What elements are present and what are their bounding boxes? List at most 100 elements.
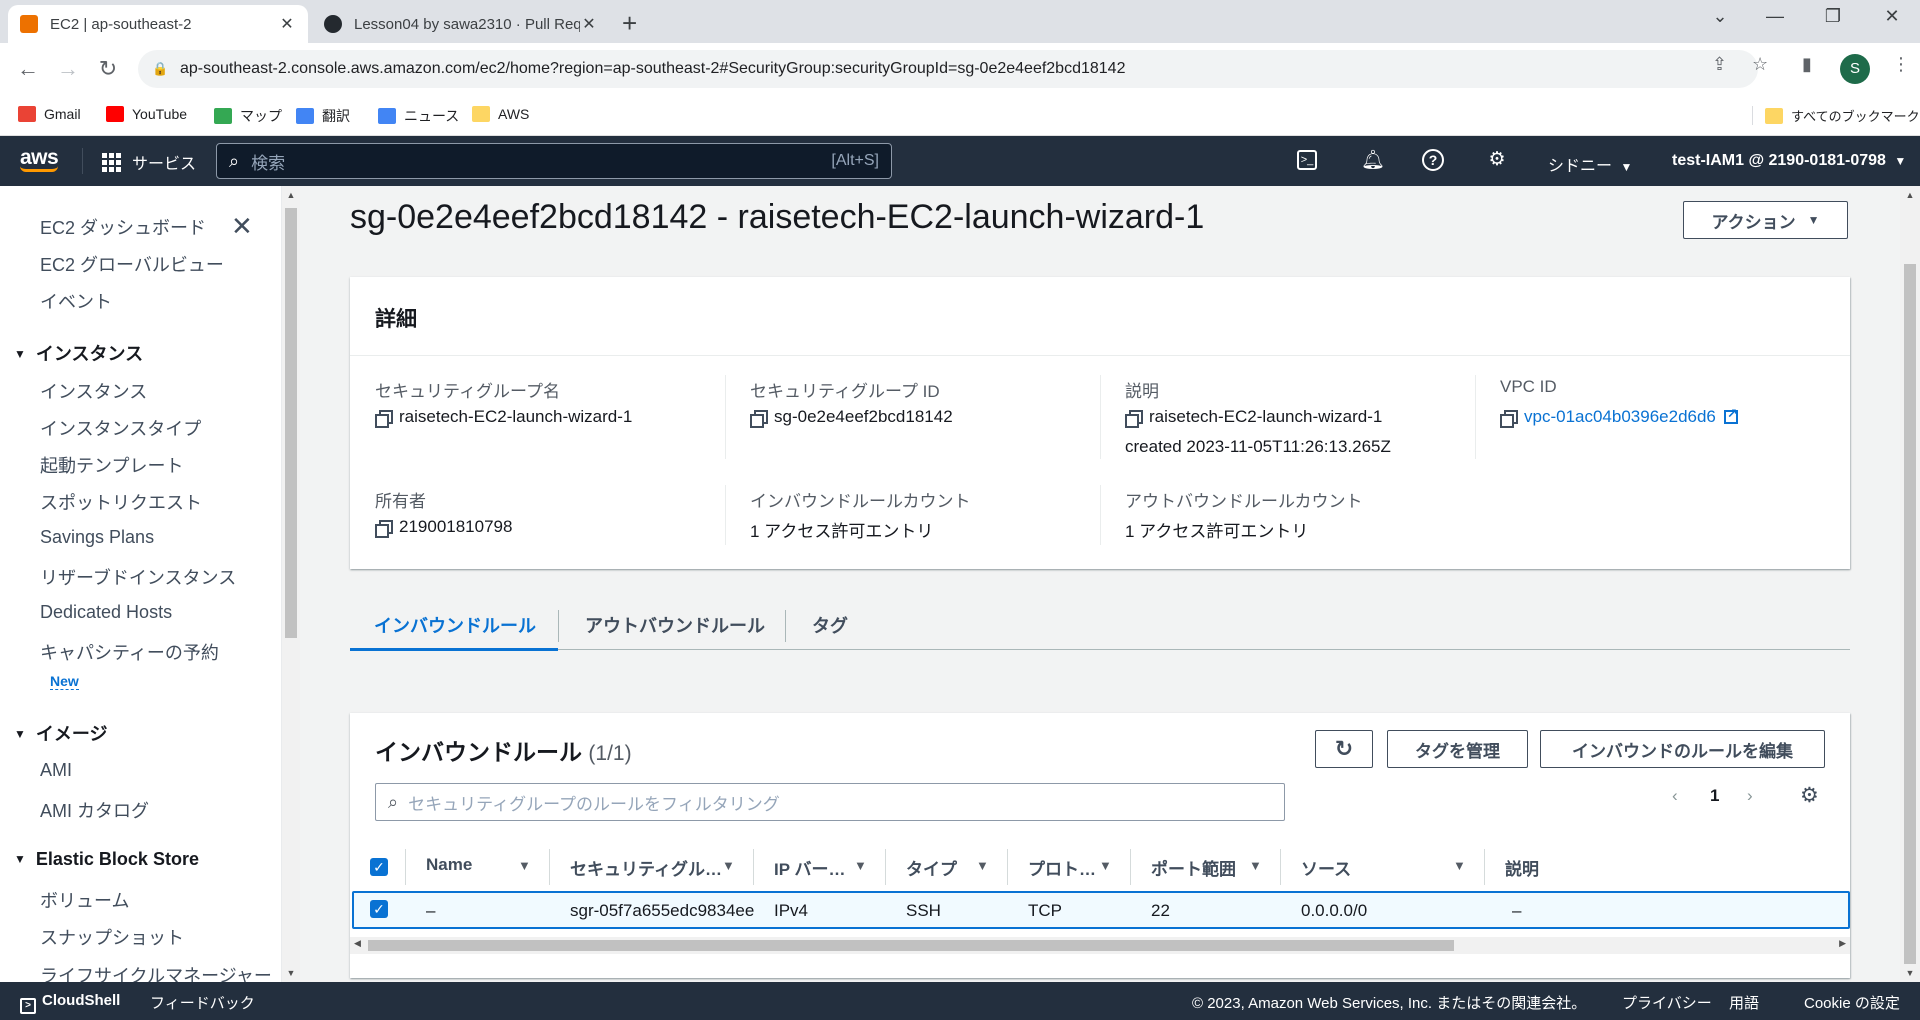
actions-button[interactable]: アクション ▼ — [1683, 201, 1848, 239]
table-settings-gear-icon[interactable]: ⚙ — [1800, 783, 1819, 808]
col-header-name[interactable]: Name — [426, 855, 472, 875]
sort-caret-icon[interactable]: ▼ — [1453, 858, 1466, 873]
close-sidebar-icon[interactable]: ✕ — [231, 211, 253, 242]
side-panel-icon[interactable]: ▮ — [1802, 54, 1812, 75]
sidebar-item-reserved-instances[interactable]: リザーブドインスタンス — [40, 564, 236, 590]
col-header-source[interactable]: ソース — [1301, 855, 1351, 880]
sidebar-item-snapshots[interactable]: スナップショット — [40, 924, 184, 950]
col-header-protocol[interactable]: プロト… — [1028, 855, 1096, 880]
browser-tab-ec2[interactable]: EC2 | ap-southeast-2 ✕ — [8, 5, 308, 43]
sidebar-item-ami-catalog[interactable]: AMI カタログ — [40, 797, 149, 823]
rules-filter-input[interactable]: ⌕ セキュリティグループのルールをフィルタリング — [375, 783, 1285, 821]
main-scrollbar[interactable]: ▲ ▼ — [1900, 186, 1920, 982]
sort-caret-icon[interactable]: ▼ — [518, 858, 531, 873]
tab-search-chevron-icon[interactable]: ⌄ — [1700, 6, 1740, 27]
bookmark-star-icon[interactable]: ☆ — [1752, 54, 1768, 75]
minimize-icon[interactable]: — — [1755, 6, 1795, 27]
cookie-settings-link[interactable]: Cookie の設定 — [1804, 992, 1900, 1013]
cloudshell-icon[interactable]: >_ — [1297, 150, 1317, 170]
table-horizontal-scrollbar[interactable]: ◀ ▶ — [350, 937, 1850, 954]
sidebar-item-instances[interactable]: インスタンス — [40, 378, 147, 404]
select-all-checkbox[interactable]: ✓ — [370, 858, 388, 876]
sort-caret-icon[interactable]: ▼ — [1099, 858, 1112, 873]
scroll-down-icon[interactable]: ▼ — [1900, 968, 1920, 978]
copy-icon[interactable] — [375, 409, 393, 428]
row-checkbox[interactable]: ✓ — [370, 900, 388, 918]
scrollbar-thumb[interactable] — [285, 208, 297, 638]
region-selector[interactable]: シドニー ▼ — [1548, 152, 1632, 176]
bookmark-aws-folder[interactable]: AWS — [472, 106, 529, 122]
all-bookmarks[interactable]: すべてのブックマーク — [1752, 106, 1920, 125]
sidebar-item-lifecycle-manager[interactable]: ライフサイクルマネージャー — [40, 962, 272, 982]
feedback-link[interactable]: フィードバック — [150, 992, 255, 1013]
console-search-input[interactable]: ⌕ 検索 [Alt+S] — [216, 143, 892, 179]
copy-icon[interactable] — [1500, 409, 1518, 428]
sidebar-item-ami[interactable]: AMI — [40, 760, 72, 781]
sort-caret-icon[interactable]: ▼ — [722, 858, 735, 873]
settings-gear-icon[interactable]: ⚙ — [1484, 148, 1510, 171]
bookmark-youtube[interactable]: YouTube — [106, 106, 187, 122]
col-header-sg-rule-id[interactable]: セキュリティグル… — [570, 855, 722, 880]
copy-icon[interactable] — [1125, 409, 1143, 428]
help-icon[interactable]: ? — [1422, 149, 1444, 171]
account-menu[interactable]: test-IAM1 @ 2190-0181-0798 ▼ — [1672, 152, 1906, 170]
edit-inbound-rules-button[interactable]: インバウンドのルールを編集 — [1540, 730, 1825, 768]
sidebar-section-ebs[interactable]: ▼ Elastic Block Store — [14, 849, 199, 870]
tab-tags[interactable]: タグ — [812, 612, 848, 638]
sort-caret-icon[interactable]: ▼ — [854, 858, 867, 873]
sidebar-item-spot-requests[interactable]: スポットリクエスト — [40, 489, 202, 515]
scroll-up-icon[interactable]: ▲ — [1900, 190, 1920, 200]
services-menu-button[interactable]: サービス — [102, 150, 196, 174]
copy-icon[interactable] — [375, 519, 393, 538]
bookmark-translate[interactable]: 翻訳 — [296, 106, 350, 126]
scroll-up-icon[interactable]: ▲ — [282, 190, 300, 200]
sidebar-item-global-view[interactable]: EC2 グローバルビュー — [40, 251, 224, 277]
tab-outbound-rules[interactable]: アウトバウンドルール — [585, 612, 765, 638]
scroll-left-icon[interactable]: ◀ — [354, 938, 361, 949]
external-link-icon[interactable] — [1723, 406, 1738, 424]
sort-caret-icon[interactable]: ▼ — [1249, 858, 1262, 873]
terms-link[interactable]: 用語 — [1729, 992, 1759, 1013]
forward-icon[interactable]: → — [54, 56, 82, 82]
sort-caret-icon[interactable]: ▼ — [976, 858, 989, 873]
sidebar-item-savings-plans[interactable]: Savings Plans — [40, 527, 154, 548]
sidebar-item-dedicated-hosts[interactable]: Dedicated Hosts — [40, 602, 172, 623]
new-tab-icon[interactable]: + — [622, 8, 637, 39]
close-tab-icon[interactable]: ✕ — [580, 14, 598, 34]
close-tab-icon[interactable]: ✕ — [278, 14, 296, 34]
scroll-right-icon[interactable]: ▶ — [1839, 938, 1846, 949]
page-number[interactable]: 1 — [1710, 786, 1719, 806]
bookmark-news[interactable]: ニュース — [378, 106, 459, 126]
aws-logo[interactable]: aws — [20, 146, 59, 172]
vpc-id-link[interactable]: vpc-01ac04b0396e2d6d6 — [1524, 407, 1716, 427]
sidebar-section-instances[interactable]: ▼ インスタンス — [14, 340, 143, 366]
scrollbar-thumb[interactable] — [1904, 264, 1916, 964]
browser-menu-icon[interactable]: ⋮ — [1892, 54, 1910, 75]
bookmark-maps[interactable]: マップ — [214, 106, 282, 126]
cloudshell-button[interactable]: > CloudShell — [20, 992, 120, 1014]
reload-icon[interactable]: ↻ — [94, 56, 122, 82]
back-icon[interactable]: ← — [14, 56, 42, 82]
sidebar-item-capacity-reservations[interactable]: キャパシティーの予約 — [40, 639, 219, 665]
sidebar-section-images[interactable]: ▼ イメージ — [14, 720, 108, 746]
notifications-bell-icon[interactable]: 🔔︎ — [1360, 148, 1386, 172]
close-window-icon[interactable]: ✕ — [1872, 6, 1912, 27]
prev-page-icon[interactable]: ‹ — [1672, 786, 1678, 806]
sidebar-item-events[interactable]: イベント — [40, 288, 112, 314]
refresh-button[interactable]: ↻ — [1315, 730, 1373, 768]
sidebar-item-launch-templates[interactable]: 起動テンプレート — [40, 452, 183, 478]
col-header-description[interactable]: 説明 — [1505, 855, 1539, 880]
url-field[interactable]: 🔒 ap-southeast-2.console.aws.amazon.com/… — [138, 50, 1758, 88]
scroll-down-icon[interactable]: ▼ — [282, 968, 300, 978]
share-icon[interactable]: ⇪ — [1712, 54, 1727, 75]
privacy-link[interactable]: プライバシー — [1622, 992, 1712, 1013]
sidebar-scrollbar[interactable]: ▲ ▼ — [282, 186, 300, 982]
col-header-ip-version[interactable]: IP バー… — [774, 855, 845, 880]
sidebar-item-dashboard[interactable]: EC2 ダッシュボード — [40, 214, 206, 240]
browser-tab-github[interactable]: Lesson04 by sawa2310 · Pull Req ✕ — [312, 5, 610, 43]
col-header-port-range[interactable]: ポート範囲 — [1151, 855, 1236, 880]
manage-tags-button[interactable]: タグを管理 — [1387, 730, 1528, 768]
maximize-icon[interactable]: ❐ — [1813, 6, 1853, 27]
tab-inbound-rules[interactable]: インバウンドルール — [374, 612, 536, 638]
bookmark-gmail[interactable]: Gmail — [18, 106, 81, 122]
